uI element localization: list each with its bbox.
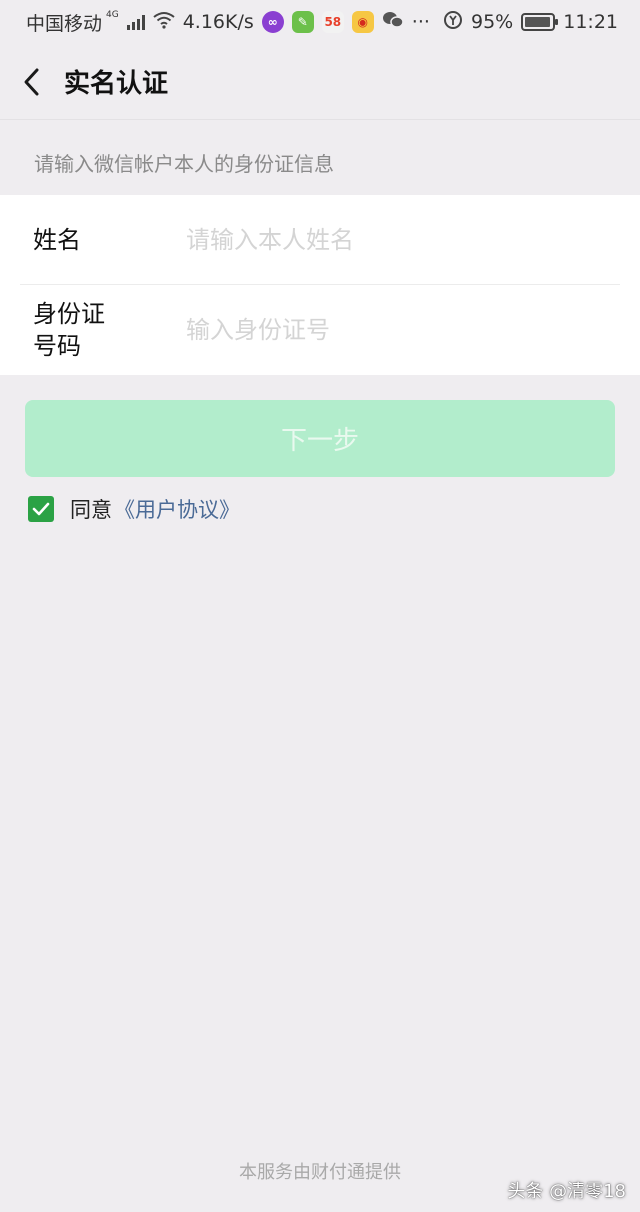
58-icon: 58 — [321, 11, 344, 33]
status-bar: 中国移动 4G 4.16K/s ∞ ✎ 58 ◉ ··· 95% 11:21 — [0, 0, 640, 44]
instruction-text: 请输入微信帐户本人的身份证信息 — [34, 152, 334, 176]
weibo-icon: ◉ — [351, 11, 374, 33]
battery-percent: 95% — [471, 11, 514, 33]
nav-bar: 实名认证 — [0, 44, 640, 120]
id-number-label-line2: 号码 — [33, 332, 81, 360]
wifi-icon — [153, 11, 175, 34]
next-button[interactable]: 下一步 — [25, 400, 615, 477]
watermark: 头条 @清零18 — [507, 1181, 626, 1202]
user-agreement-link[interactable]: 《用户协议》 — [114, 494, 240, 524]
name-row: 姓名 — [20, 195, 620, 285]
identity-form: 姓名 身份证 号码 — [0, 195, 640, 375]
signal-icon — [126, 14, 145, 30]
green-app-icon: ✎ — [291, 11, 314, 33]
battery-icon — [521, 13, 559, 31]
checkmark-icon — [32, 502, 50, 516]
name-label: 姓名 — [33, 225, 81, 254]
status-bar-left: 中国移动 4G 4.16K/s ∞ ✎ 58 ◉ ··· — [26, 9, 430, 36]
network-speed: 4.16K/s — [182, 11, 254, 33]
id-number-row: 身份证 号码 — [20, 285, 620, 375]
page-title: 实名认证 — [64, 69, 169, 99]
status-bar-right: 95% 11:21 — [443, 10, 618, 35]
data-saver-icon — [443, 10, 463, 35]
clock: 11:21 — [563, 11, 618, 33]
name-input[interactable] — [186, 214, 586, 265]
id-number-input[interactable] — [186, 305, 586, 355]
carrier-name: 中国移动 — [26, 12, 103, 35]
back-button[interactable] — [0, 44, 64, 120]
more-notifications: ··· — [411, 11, 430, 33]
id-number-label-line1: 身份证 — [33, 300, 105, 328]
chevron-left-icon — [24, 68, 39, 95]
loop-icon: ∞ — [261, 11, 284, 33]
agree-text: 同意 — [70, 498, 112, 522]
network-type: 4G — [106, 10, 119, 20]
agreement-row: 同意 《用户协议》 — [28, 495, 240, 523]
agree-checkbox[interactable] — [28, 496, 54, 522]
wechat-icon — [382, 11, 404, 34]
id-number-label: 身份证 号码 — [20, 298, 186, 362]
